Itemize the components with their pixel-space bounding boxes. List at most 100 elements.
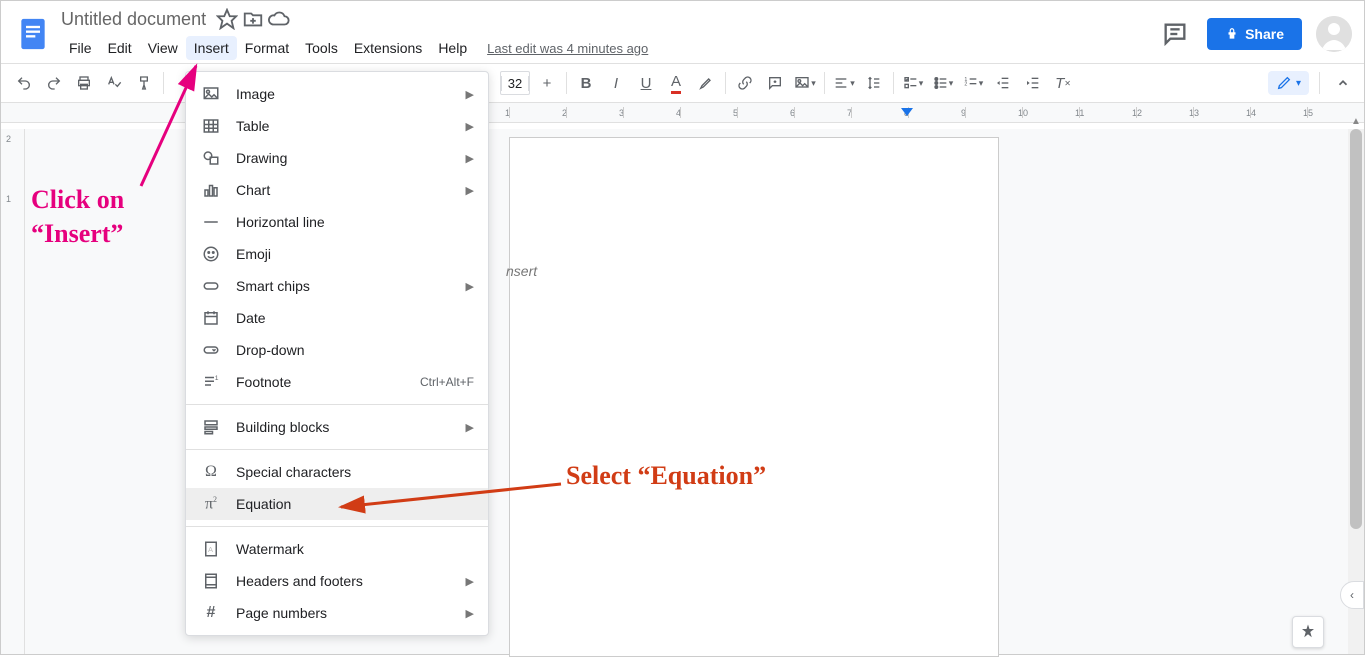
insert-menu-page-numbers[interactable]: #Page numbers▶ <box>186 597 488 629</box>
left-vertical-ruler[interactable]: 2 1 <box>1 129 25 654</box>
increase-indent-button[interactable] <box>1019 69 1047 97</box>
headers-icon <box>200 570 222 592</box>
svg-text:A: A <box>208 545 213 554</box>
clear-format-button[interactable]: T✕ <box>1049 69 1077 97</box>
pi-icon: π2 <box>200 493 222 515</box>
menu-help[interactable]: Help <box>430 36 475 60</box>
side-panel-toggle[interactable]: ‹ <box>1340 581 1364 609</box>
ruler-tick: 5 <box>737 103 794 122</box>
font-size-control[interactable]: 32 <box>500 71 530 95</box>
menu-separator <box>186 449 488 450</box>
highlight-button[interactable] <box>692 69 720 97</box>
page-visible-text: nsert <box>506 263 537 279</box>
insert-menu-emoji[interactable]: Emoji <box>186 238 488 270</box>
menu-item-label: Drop-down <box>236 342 304 358</box>
menu-item-label: Image <box>236 86 275 102</box>
scroll-up-button[interactable]: ▲ <box>1348 113 1364 129</box>
ruler-tick: 7 <box>851 103 908 122</box>
menu-file[interactable]: File <box>61 36 100 60</box>
submenu-arrow-icon: ▶ <box>466 184 474 197</box>
ruler-indent-marker[interactable] <box>901 105 913 121</box>
menu-item-label: Page numbers <box>236 605 327 621</box>
hr-icon <box>200 211 222 233</box>
ruler-tick: 8 <box>908 103 965 122</box>
insert-menu-horizontal-line[interactable]: Horizontal line <box>186 206 488 238</box>
menu-tools[interactable]: Tools <box>297 36 346 60</box>
cloud-status-icon[interactable] <box>268 8 290 30</box>
menu-item-label: Horizontal line <box>236 214 325 230</box>
menu-edit[interactable]: Edit <box>100 36 140 60</box>
underline-button[interactable]: U <box>632 69 660 97</box>
menu-item-label: Building blocks <box>236 419 329 435</box>
annotation-arrow-insert <box>131 61 211 191</box>
menu-format[interactable]: Format <box>237 36 297 60</box>
decrease-indent-button[interactable] <box>989 69 1017 97</box>
submenu-arrow-icon: ▶ <box>466 575 474 588</box>
star-icon[interactable] <box>216 8 238 30</box>
text-color-button[interactable]: A <box>662 69 690 97</box>
submenu-arrow-icon: ▶ <box>466 88 474 101</box>
menu-item-label: Drawing <box>236 150 287 166</box>
menu-item-label: Smart chips <box>236 278 310 294</box>
insert-image-button[interactable]: ▾ <box>791 69 819 97</box>
svg-text:2: 2 <box>964 82 967 88</box>
numbered-list-button[interactable]: 12▾ <box>959 69 987 97</box>
vruler-mark: 2 <box>6 134 11 144</box>
watermark-icon: A <box>200 538 222 560</box>
vruler-mark: 1 <box>6 194 11 204</box>
menu-item-label: Special characters <box>236 464 351 480</box>
italic-button[interactable]: I <box>602 69 630 97</box>
vertical-scrollbar[interactable]: ▲ <box>1348 129 1364 654</box>
submenu-arrow-icon: ▶ <box>466 280 474 293</box>
insert-menu-table[interactable]: Table▶ <box>186 110 488 142</box>
last-edit-link[interactable]: Last edit was 4 minutes ago <box>487 41 648 56</box>
insert-menu-headers-and-footers[interactable]: Headers and footers▶ <box>186 565 488 597</box>
print-button[interactable] <box>70 69 98 97</box>
account-avatar[interactable] <box>1316 16 1352 52</box>
menu-extensions[interactable]: Extensions <box>346 36 430 60</box>
insert-menu-building-blocks[interactable]: Building blocks ▶ <box>186 411 488 443</box>
dropdown-icon <box>200 339 222 361</box>
line-spacing-button[interactable] <box>860 69 888 97</box>
explore-button[interactable] <box>1292 616 1324 648</box>
annotation-equation: Select “Equation” <box>566 461 766 491</box>
redo-button[interactable] <box>40 69 68 97</box>
checklist-button[interactable]: ▾ <box>899 69 927 97</box>
insert-menu-watermark[interactable]: AWatermark <box>186 533 488 565</box>
bullet-list-button[interactable]: ▾ <box>929 69 957 97</box>
insert-menu-chart[interactable]: Chart▶ <box>186 174 488 206</box>
ruler-tick: 1 <box>509 103 566 122</box>
spellcheck-button[interactable] <box>100 69 128 97</box>
scroll-thumb[interactable] <box>1350 129 1362 529</box>
insert-menu-footnote[interactable]: 1FootnoteCtrl+Alt+F <box>186 366 488 398</box>
undo-button[interactable] <box>10 69 38 97</box>
emoji-icon <box>200 243 222 265</box>
insert-menu-image[interactable]: Image ▶ <box>186 78 488 110</box>
comments-icon[interactable] <box>1161 20 1189 48</box>
insert-menu-smart-chips[interactable]: Smart chips ▶ <box>186 270 488 302</box>
page[interactable] <box>509 137 999 657</box>
ruler-tick: 12 <box>1136 103 1193 122</box>
link-button[interactable] <box>731 69 759 97</box>
annotation-arrow-equation <box>336 479 566 519</box>
ruler-tick: 6 <box>794 103 851 122</box>
collapse-toolbar-button[interactable] <box>1330 70 1356 96</box>
document-title[interactable]: Untitled document <box>61 9 206 30</box>
docs-logo-icon[interactable] <box>13 14 53 54</box>
editing-mode-button[interactable]: ▾ <box>1268 71 1309 95</box>
ruler-tick: 4 <box>680 103 737 122</box>
insert-menu-drop-down[interactable]: Drop-down <box>186 334 488 366</box>
move-icon[interactable] <box>242 8 264 30</box>
submenu-arrow-icon: ▶ <box>466 421 474 434</box>
menu-insert[interactable]: Insert <box>186 36 237 60</box>
menu-view[interactable]: View <box>140 36 186 60</box>
insert-menu-date[interactable]: Date <box>186 302 488 334</box>
bold-button[interactable]: B <box>572 69 600 97</box>
insert-menu-drawing[interactable]: Drawing▶ <box>186 142 488 174</box>
ruler-tick: 10 <box>1022 103 1079 122</box>
font-size-plus[interactable]: + <box>533 69 561 97</box>
comment-button[interactable] <box>761 69 789 97</box>
align-button[interactable]: ▾ <box>830 69 858 97</box>
share-button[interactable]: Share <box>1207 18 1302 50</box>
font-size-value[interactable]: 32 <box>501 76 529 91</box>
